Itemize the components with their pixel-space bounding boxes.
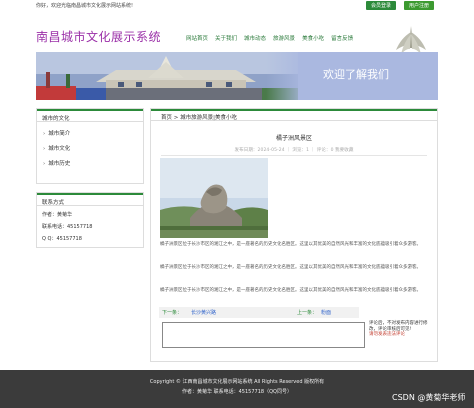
article-pager: 下一条： 长沙黄兴路 上一条： 粉面: [159, 307, 359, 318]
register-button[interactable]: 用户注册: [404, 1, 435, 10]
sidebar-item-city-intro[interactable]: 城市简介: [37, 122, 143, 137]
prev-article-link[interactable]: 粉面: [321, 309, 331, 316]
banner-photo: [36, 52, 298, 100]
nav-item-feedback[interactable]: 留言反馈: [331, 34, 353, 42]
article-meta: 发布日期：2024-05-24 ｜ 浏览：1 ｜ 评论：0 我要收藏: [234, 148, 354, 153]
nav-item-home[interactable]: 网站首页: [186, 34, 208, 42]
header: 南昌城市文化展示系统 网站首页 关于我们 城市动态 旅游风景 美食小吃 留言反馈: [0, 12, 474, 60]
site-logo-text[interactable]: 南昌城市文化展示系统: [36, 28, 161, 45]
comment-note-text: 评论后，不对发布内容进行修改，评论审核后可见!: [369, 321, 428, 332]
next-article-label: 下一条：: [162, 310, 183, 316]
contact-qq: Q Q：45157718: [42, 236, 82, 242]
contact-author: 作者：黄菊华: [42, 212, 73, 218]
banner: 欢迎了解我们: [36, 52, 438, 100]
comment-note: 评论后，不对发布内容进行修改，评论审核后可见! 请勿发表违法评论: [369, 321, 433, 338]
footer-copyright: Copyright © 江西南昌城市文化展示网站系统 All Rights Re…: [149, 379, 325, 385]
welcome-text: 你好，欢迎光临南昌城市文化展示网站系统!: [36, 3, 134, 9]
comment-textarea[interactable]: [162, 322, 365, 348]
article-image: [160, 158, 268, 238]
sidebar-contact-box: 联系方式 作者：黄菊华 联系电话：45157718 Q Q：45157718: [36, 192, 144, 248]
comment-warning: 请勿发表违法评论: [369, 332, 405, 337]
article-paragraph: 橘子洲景区位于长沙市区的湘江之中，是一座著名的历史文化名胜区。这里以其优美的自然…: [160, 288, 421, 293]
sidebar-title: 城市的文化: [37, 109, 143, 122]
watermark: CSDN @黄菊华老师: [392, 393, 466, 402]
article-paragraph: 橘子洲景区位于长沙市区的湘江之中，是一座著名的历史文化名胜区。这里以其优美的自然…: [160, 242, 421, 247]
top-bar: 你好，欢迎光临南昌城市文化展示网站系统! 会员登录 用户注册: [0, 0, 474, 12]
sidebar-category-box: 城市的文化 城市简介 城市文化 城市历史: [36, 108, 144, 184]
contact-phone: 联系电话：45157718: [42, 224, 93, 230]
nav-item-scenery[interactable]: 旅游风景: [273, 34, 295, 42]
login-button[interactable]: 会员登录: [366, 1, 397, 10]
sidebar-item-city-culture[interactable]: 城市文化: [37, 137, 143, 152]
banner-welcome-text: 欢迎了解我们: [323, 68, 389, 81]
article-panel: 首页 > 城市旅游风景|美食小吃 橘子洲风景区 发布日期：2024-05-24 …: [150, 108, 438, 362]
nav-item-food[interactable]: 美食小吃: [302, 34, 324, 42]
next-article-link[interactable]: 长沙黄兴路: [191, 309, 216, 316]
main-nav: 网站首页 关于我们 城市动态 旅游风景 美食小吃 留言反馈: [186, 34, 353, 42]
breadcrumb[interactable]: 首页 > 城市旅游风景|美食小吃: [151, 109, 437, 121]
contact-title: 联系方式: [37, 193, 143, 206]
article-paragraph: 橘子洲景区位于长沙市区的湘江之中，是一座著名的历史文化名胜区。这里以其优美的自然…: [160, 265, 421, 270]
prev-article-label: 上一条：: [297, 310, 318, 316]
sidebar-item-city-history[interactable]: 城市历史: [37, 152, 143, 167]
article-title: 橘子洲风景区: [275, 135, 312, 142]
meta-divider: [161, 155, 427, 156]
nav-item-city-news[interactable]: 城市动态: [244, 34, 266, 42]
nav-item-about[interactable]: 关于我们: [215, 34, 237, 42]
